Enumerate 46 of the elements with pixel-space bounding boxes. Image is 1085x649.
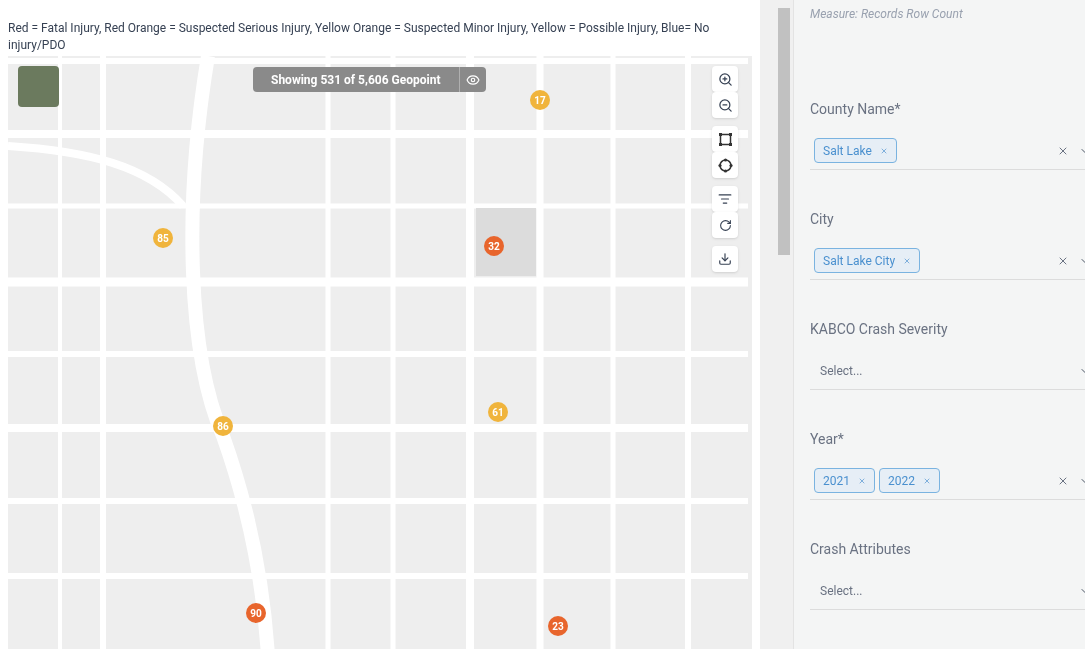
select-placeholder: Select... (819, 582, 863, 600)
circle-select-button[interactable] (712, 152, 738, 178)
legend-text: Red = Fatal Injury, Red Orange = Suspected Serious Injury, Yellow Orange = Suspected Minor Injury, Yellow = Possible Injury, Blue= No injury/PDO (8, 20, 711, 54)
cluster-marker[interactable]: 17 (530, 90, 550, 110)
cluster-marker[interactable]: 86 (213, 416, 233, 436)
download-button[interactable] (712, 246, 738, 272)
filter-select[interactable]: Select... (810, 572, 1085, 610)
filter-label: KABCO Crash Severity (810, 320, 949, 339)
filter-label: Crash Attributes (810, 540, 912, 559)
scrollbar-thumb[interactable] (778, 8, 790, 255)
remove-icon[interactable] (858, 476, 866, 485)
refresh-icon (718, 218, 732, 232)
circle-icon (717, 157, 733, 173)
count-text: Showing 531 of 5,606 Geopoint (270, 71, 442, 89)
select-placeholder: Select... (819, 362, 863, 380)
filter-select[interactable]: Salt Lake (810, 132, 1085, 170)
eye-icon[interactable] (465, 72, 480, 87)
measure-text: Measure: Records Row Count (810, 6, 964, 23)
filter-label: Year* (810, 430, 845, 449)
filter-tag: 2021 (814, 468, 875, 493)
filter-select[interactable]: Select... (810, 352, 1085, 390)
square-icon (717, 131, 733, 147)
remove-icon[interactable] (879, 146, 888, 155)
cluster-marker[interactable]: 61 (488, 402, 508, 422)
zoom-in-icon (717, 71, 733, 87)
cluster-marker[interactable]: 90 (246, 603, 266, 623)
filter-tag: 2022 (879, 468, 940, 493)
filter-tag: Salt Lake City (814, 248, 921, 273)
filter-label: City (810, 210, 835, 229)
filter-select[interactable]: Salt Lake City (810, 242, 1085, 280)
remove-icon[interactable] (922, 476, 931, 485)
filter-tag: Salt Lake (814, 138, 897, 163)
cluster-marker[interactable]: 23 (548, 616, 568, 636)
refresh-button[interactable] (712, 212, 738, 238)
filter-label: County Name* (810, 100, 902, 119)
filter-icon (718, 192, 732, 206)
satellite-thumbnail[interactable] (18, 66, 59, 107)
zoom-out-icon (717, 97, 733, 113)
zoom-out-button[interactable] (712, 92, 738, 118)
filter-button[interactable] (712, 186, 738, 212)
cluster-marker[interactable]: 85 (153, 228, 173, 248)
download-icon (718, 252, 732, 266)
rectangle-select-button[interactable] (712, 126, 738, 152)
zoom-in-button[interactable] (712, 66, 738, 92)
filter-select[interactable]: 2021 2022 (810, 462, 1085, 500)
remove-icon[interactable] (903, 256, 912, 265)
